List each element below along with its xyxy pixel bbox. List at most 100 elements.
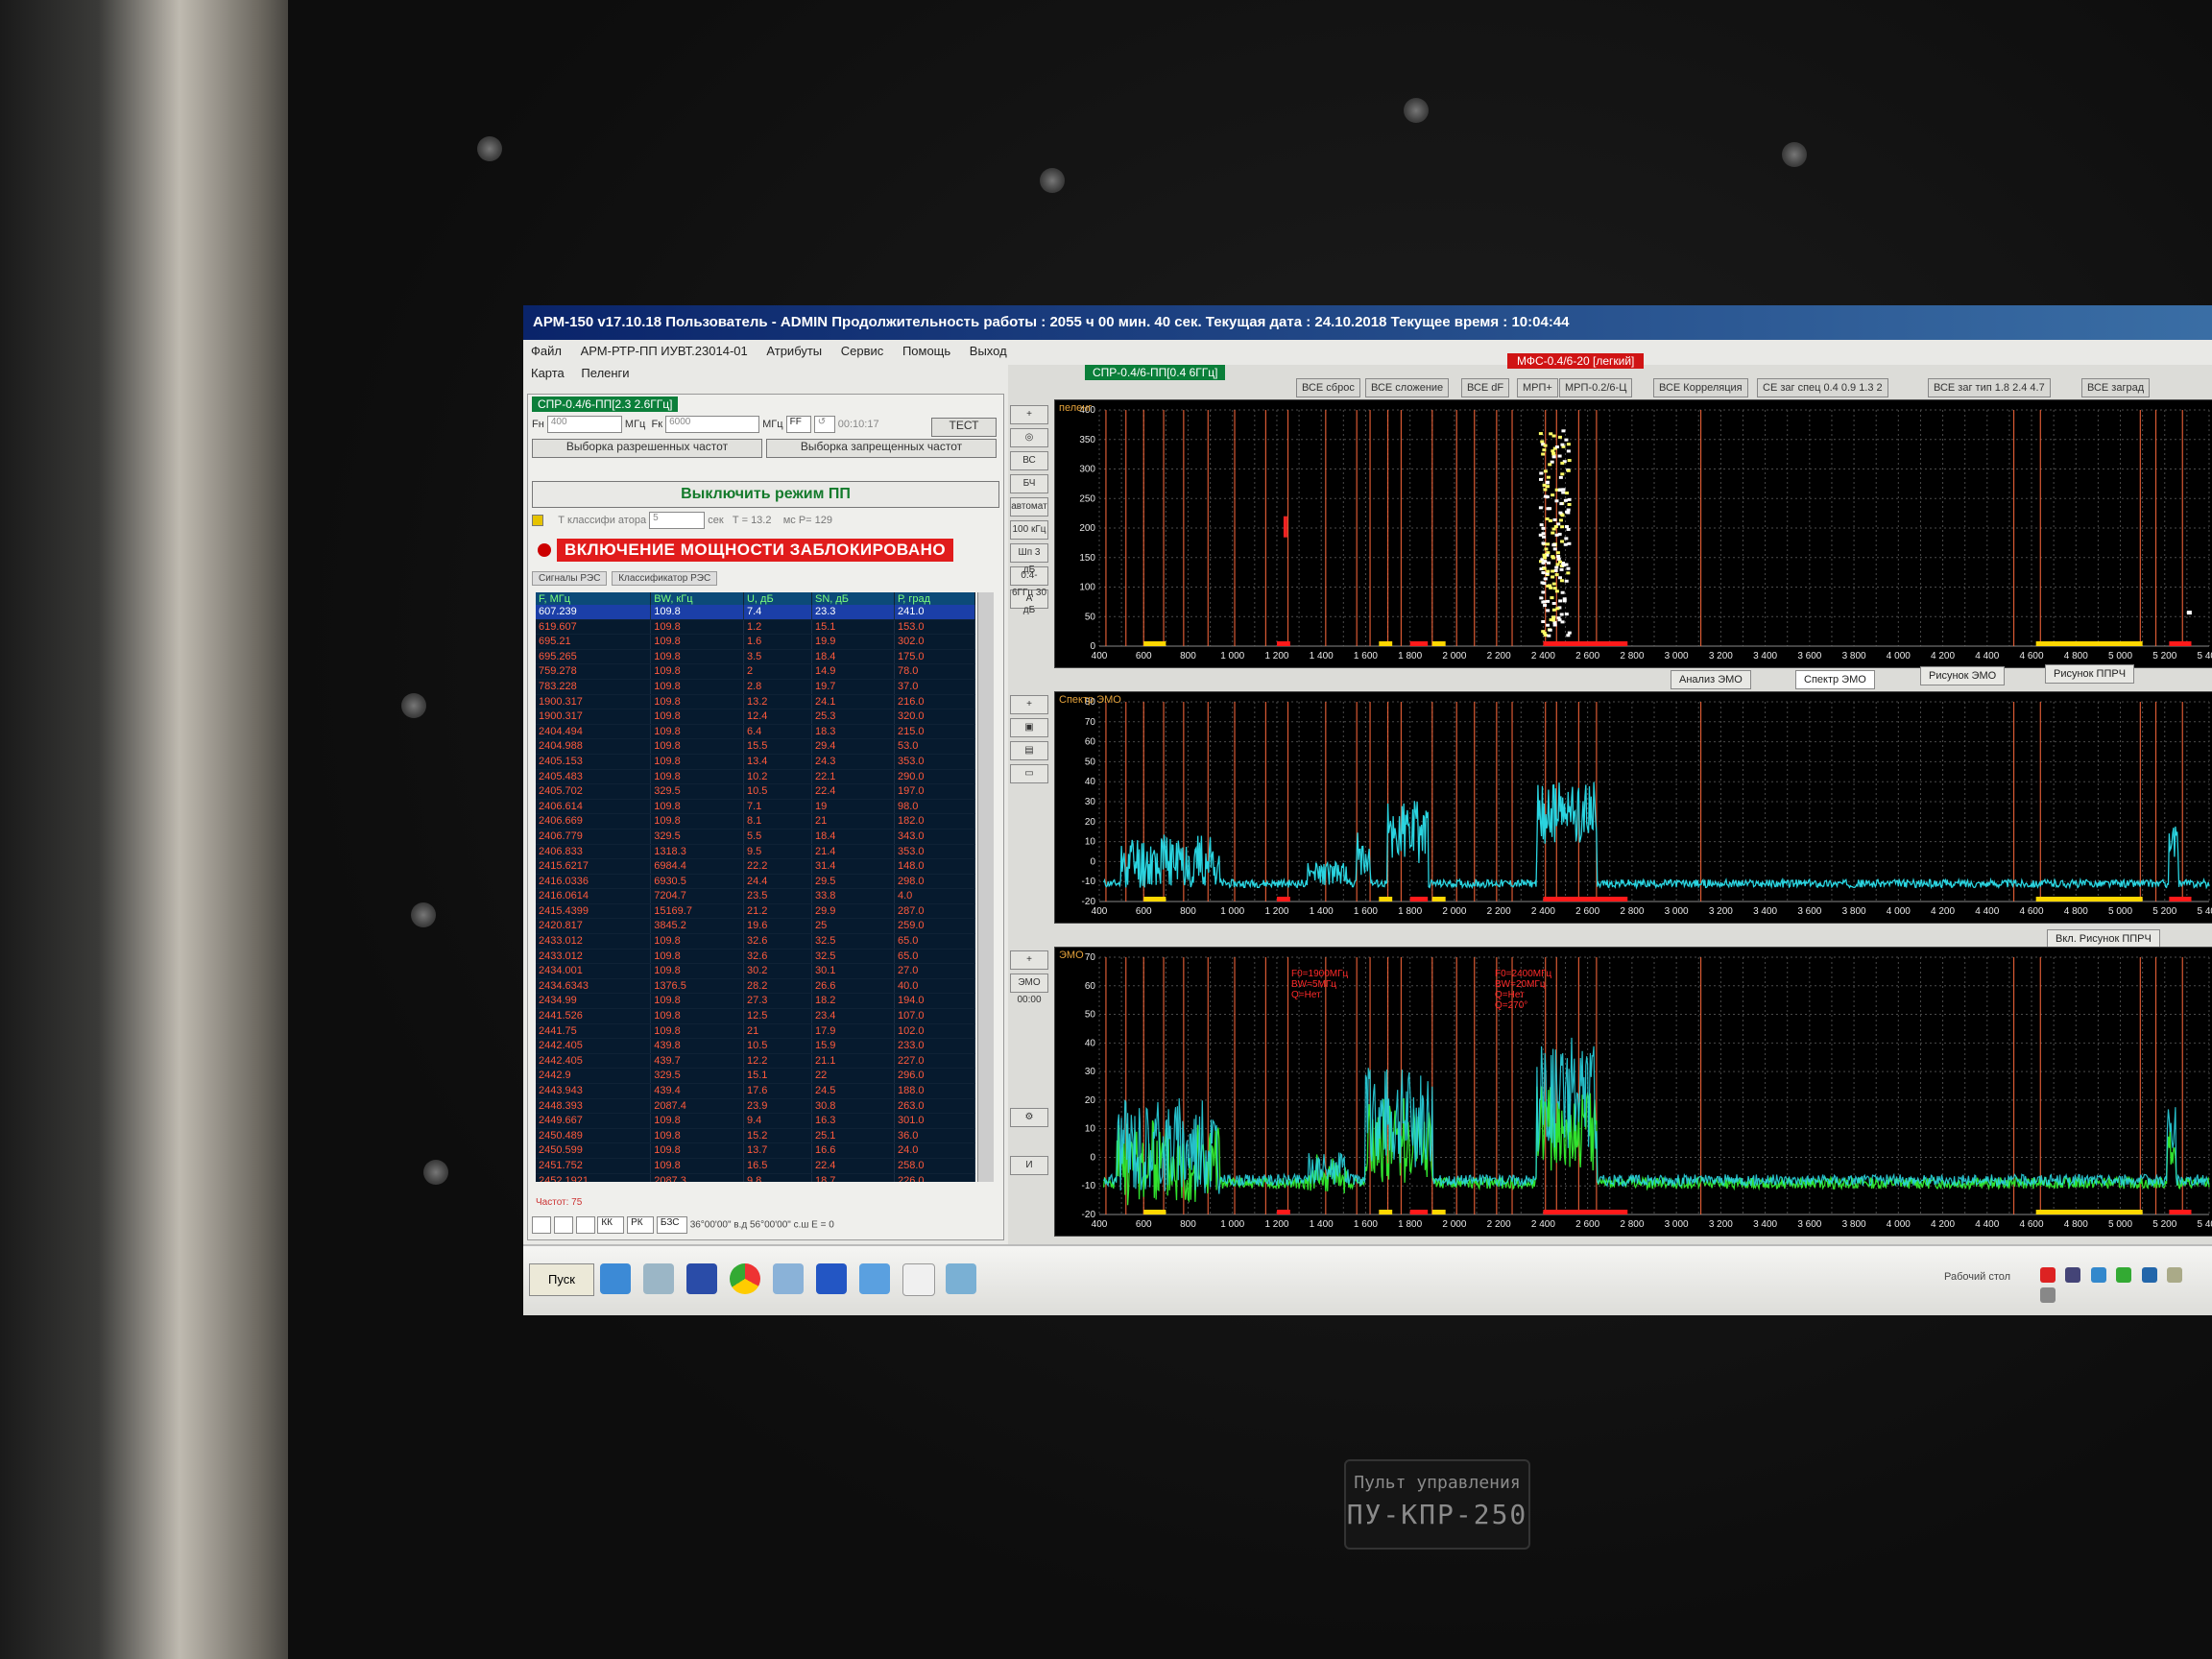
- table-row[interactable]: 1900.317 109.8 12.4 25.3 320.0: [536, 709, 975, 725]
- table-row[interactable]: 1900.317 109.8 13.2 24.1 216.0: [536, 694, 975, 710]
- table-row[interactable]: 2442.405 439.8 10.5 15.9 233.0: [536, 1038, 975, 1054]
- disable-pp-mode-button[interactable]: Выключить режим ПП: [532, 481, 999, 508]
- forbidden-frequencies-button[interactable]: Выборка запрещенных частот: [766, 439, 997, 458]
- width-button[interactable]: Шп 3 дБ: [1010, 543, 1048, 575]
- table-row[interactable]: 2406.669 109.8 8.1 21 182.0: [536, 813, 975, 830]
- zoom-plus-icon[interactable]: +: [1010, 950, 1048, 970]
- start-button[interactable]: Пуск: [529, 1263, 594, 1296]
- table-row[interactable]: 2404.494 109.8 6.4 18.3 215.0: [536, 724, 975, 740]
- col-frequency[interactable]: F, МГц: [536, 592, 652, 605]
- table-row[interactable]: 759.278 109.8 2 14.9 78.0: [536, 663, 975, 680]
- fk-input[interactable]: 6000: [665, 416, 760, 433]
- menu-arm[interactable]: АРМ-РТР-ПП ИУВТ.23014-01: [581, 344, 748, 358]
- col-level[interactable]: U, дБ: [743, 592, 812, 605]
- enable-fhss-picture-button[interactable]: Вкл. Рисунок ППРЧ: [2047, 929, 2160, 949]
- table-row[interactable]: 2448.393 2087.4 23.9 30.8 263.0: [536, 1098, 975, 1115]
- map-icon[interactable]: [575, 1216, 595, 1234]
- table-row[interactable]: 2416.0614 7204.7 23.5 33.8 4.0: [536, 888, 975, 904]
- table-row[interactable]: 783.228 109.8 2.8 19.7 37.0: [536, 679, 975, 695]
- tray-icon[interactable]: [2167, 1267, 2183, 1283]
- col-bandwidth[interactable]: BW, кГц: [650, 592, 744, 605]
- table-row[interactable]: 2406.833 1318.3 9.5 21.4 353.0: [536, 844, 975, 860]
- chart-app-icon[interactable]: [902, 1263, 935, 1296]
- table-row[interactable]: 2434.99 109.8 27.3 18.2 194.0: [536, 993, 975, 1010]
- auto-button[interactable]: автомат: [1010, 497, 1048, 517]
- rk-button[interactable]: РК: [627, 1216, 655, 1234]
- editor-icon[interactable]: [773, 1263, 804, 1294]
- menu-file[interactable]: Файл: [531, 344, 562, 358]
- ff-button[interactable]: FF: [785, 416, 811, 433]
- table-row[interactable]: 2449.667 109.8 9.4 16.3 301.0: [536, 1113, 975, 1129]
- export-icon[interactable]: ▤: [1010, 741, 1048, 760]
- range-button[interactable]: 0.4-6ГГц 30 дБ: [1010, 566, 1048, 615]
- spectrum-chart[interactable]: 80 70 60 50 40 30 20 10 0 -10 -20 400 600 800 1 000 1 2…: [1054, 691, 2212, 924]
- table-row[interactable]: 2405.153 109.8 13.4 24.3 353.0: [536, 754, 975, 770]
- tab-analysis[interactable]: Анализ ЭМО: [1671, 670, 1751, 689]
- bch-button[interactable]: БЧ: [1010, 474, 1048, 493]
- table-row[interactable]: 2420.817 3845.2 19.6 25 259.0: [536, 918, 975, 935]
- table-row[interactable]: 607.239 109.8 7.4 23.3 241.0: [536, 605, 975, 620]
- window-titlebar[interactable]: АРМ-150 v17.10.18 Пользователь - ADMIN П…: [523, 305, 2212, 340]
- tab-classifier[interactable]: Классификатор РЭС: [612, 571, 718, 586]
- i-button[interactable]: И: [1010, 1156, 1048, 1175]
- df-all-button[interactable]: ВСЕ dF: [1461, 378, 1510, 397]
- table-row[interactable]: 2434.001 109.8 30.2 30.1 27.0: [536, 963, 975, 979]
- monitor-app-icon[interactable]: [946, 1263, 976, 1294]
- menu-attributes[interactable]: Атрибуты: [766, 344, 822, 358]
- table-row[interactable]: 2450.489 109.8 15.2 25.1 36.0: [536, 1128, 975, 1144]
- chrome-icon[interactable]: [730, 1263, 760, 1294]
- classifier-input[interactable]: 5: [649, 512, 706, 529]
- table-row[interactable]: 695.21 109.8 1.6 19.9 302.0: [536, 634, 975, 650]
- tab-fhss[interactable]: Рисунок ППРЧ: [2045, 664, 2135, 684]
- tray-icon[interactable]: [2040, 1287, 2056, 1303]
- table-row[interactable]: 695.265 109.8 3.5 18.4 175.0: [536, 649, 975, 665]
- tab-signals[interactable]: Сигналы РЭС: [532, 571, 608, 586]
- tray-icon[interactable]: [2116, 1267, 2132, 1283]
- table-row[interactable]: 2433.012 109.8 32.6 32.5 65.0: [536, 949, 975, 965]
- save-disk-icon[interactable]: [816, 1263, 847, 1294]
- settings-icon[interactable]: ⚙: [1010, 1108, 1048, 1127]
- desktop-label[interactable]: Рабочий стол: [1944, 1271, 2010, 1283]
- sum-all-button[interactable]: ВСЕ сложение: [1365, 378, 1450, 397]
- table-row[interactable]: 2416.0336 6930.5 24.4 29.5 298.0: [536, 874, 975, 890]
- refresh-icon[interactable]: ↺: [813, 416, 835, 433]
- mrp-plus-button[interactable]: МРП+: [1517, 378, 1558, 397]
- checkbox-icon[interactable]: [532, 515, 543, 526]
- table-scrollbar[interactable]: [977, 592, 994, 1182]
- network-icon[interactable]: [859, 1263, 890, 1294]
- menu-bearings[interactable]: Пеленги: [581, 366, 629, 380]
- table-row[interactable]: 2441.75 109.8 21 17.9 102.0: [536, 1023, 975, 1040]
- col-snr[interactable]: SN, дБ: [811, 592, 895, 605]
- zoom-plus-icon[interactable]: +: [1010, 695, 1048, 714]
- table-row[interactable]: 2443.943 439.4 17.6 24.5 188.0: [536, 1083, 975, 1099]
- table-row[interactable]: 2404.988 109.8 15.5 29.4 53.0: [536, 738, 975, 755]
- folder-icon[interactable]: ▭: [1010, 764, 1048, 783]
- reset-all-button[interactable]: ВСЕ сброс: [1296, 378, 1360, 397]
- save-icon[interactable]: ▣: [1010, 718, 1048, 737]
- table-row[interactable]: 2452.1921 2087.3 9.8 18.7 226.0: [536, 1173, 975, 1182]
- table-row[interactable]: 2450.599 109.8 13.7 16.6 24.0: [536, 1142, 975, 1159]
- tool-icon[interactable]: [643, 1263, 674, 1294]
- col-bearing[interactable]: Р, град: [894, 592, 975, 605]
- emo-time-button[interactable]: ЭМО 00:00: [1010, 974, 1048, 1005]
- x-app-icon[interactable]: [686, 1263, 717, 1294]
- tray-icon[interactable]: [2065, 1267, 2081, 1283]
- fn-input[interactable]: 400: [546, 416, 622, 433]
- table-row[interactable]: 2451.752 109.8 16.5 22.4 258.0: [536, 1158, 975, 1174]
- tray-icon[interactable]: [2141, 1267, 2157, 1283]
- table-row[interactable]: 2442.9 329.5 15.1 22 296.0: [536, 1068, 975, 1084]
- table-row[interactable]: 619.607 109.8 1.2 15.1 153.0: [536, 619, 975, 636]
- table-row[interactable]: 2405.483 109.8 10.2 22.1 290.0: [536, 769, 975, 785]
- table-row[interactable]: 2442.405 439.7 12.2 21.1 227.0: [536, 1053, 975, 1070]
- vs-button[interactable]: ВС: [1010, 451, 1048, 470]
- app-icon[interactable]: [600, 1263, 631, 1294]
- mrp-button[interactable]: МРП-0.2/6-Ц: [1559, 378, 1633, 397]
- table-row[interactable]: 2415.6217 6984.4 22.2 31.4 148.0: [536, 858, 975, 875]
- tray-icon[interactable]: [2090, 1267, 2106, 1283]
- step-button[interactable]: 100 кГц: [1010, 520, 1048, 540]
- test-button[interactable]: ТЕСТ: [931, 418, 997, 437]
- jam-type-button[interactable]: ВСЕ заг тип 1.8 2.4 4.7: [1928, 378, 2051, 397]
- table-row[interactable]: 2433.012 109.8 32.6 32.5 65.0: [536, 933, 975, 950]
- allowed-frequencies-button[interactable]: Выборка разрешенных частот: [532, 439, 762, 458]
- bzs-button[interactable]: БЗС: [656, 1216, 687, 1234]
